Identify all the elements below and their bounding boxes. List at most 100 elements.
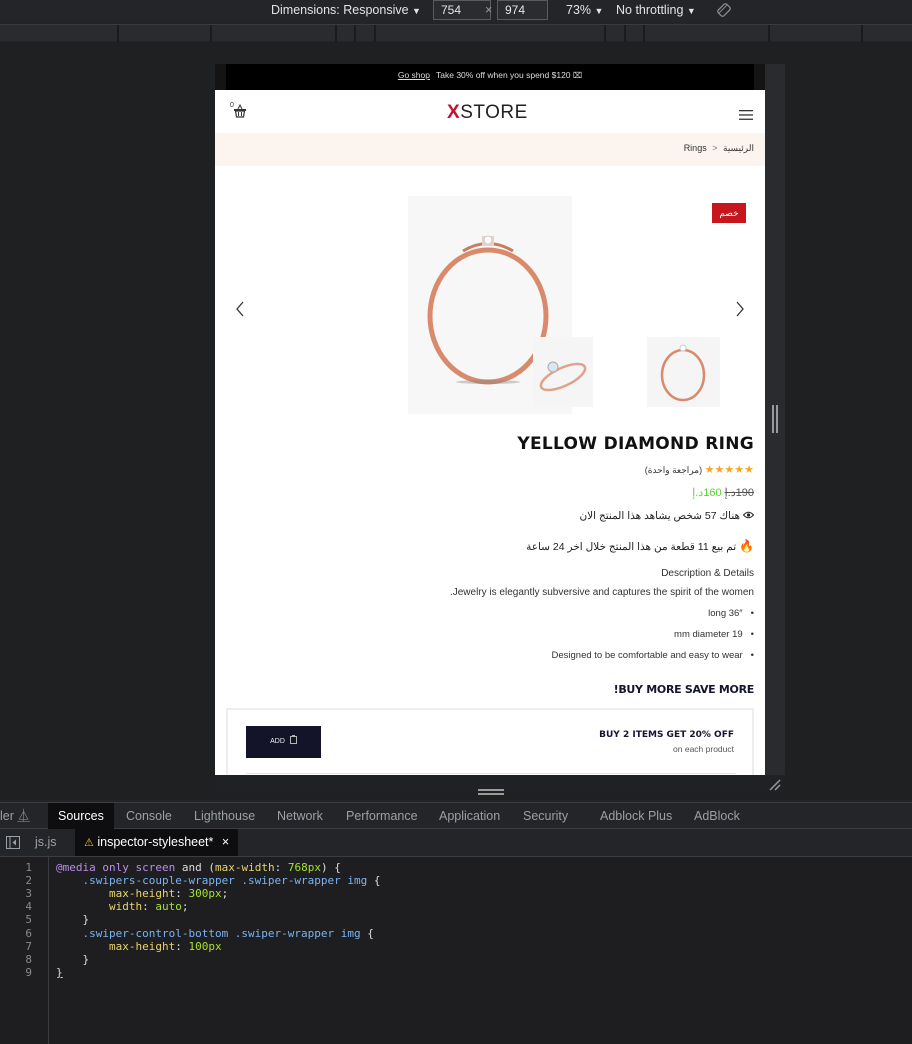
throttling-dropdown[interactable]: No throttling ▼ [616,3,696,17]
code-line: width: auto; [56,900,189,913]
rating-row: ★★★★★ (مراجعة واحدة) [645,463,754,476]
code-token: only [102,861,129,874]
zoom-dropdown[interactable]: 73% ▼ [566,3,603,17]
dimensions-dropdown[interactable]: Dimensions: Responsive ▼ [271,3,421,17]
tab-adblock[interactable]: AdBlock [686,803,748,830]
code-editor[interactable]: 1 2 3 4 5 6 7 8 9 @media only screen and… [0,857,912,1044]
offer-title: BUY 2 ITEMS GET 20% OFF [599,730,734,740]
star-icon: ★ [744,464,754,476]
code-line: .swipers-couple-wrapper .swiper-wrapper … [56,874,381,887]
product-thumbnail[interactable] [647,337,720,407]
promo-edge [754,64,765,90]
close-icon[interactable]: × [222,835,229,849]
tab-recorder[interactable]: ler ⏅ [0,803,38,830]
code-token: 768px [287,861,321,874]
code-line: max-height: 100px [56,940,222,953]
offer-subtitle: on each product [673,744,734,754]
device-toolbar: Dimensions: Responsive ▼ × 73% ▼ No thro… [0,0,912,22]
editor-file-tabs: js.js ⚠ inspector-stylesheet* × [0,829,912,857]
review-count-link[interactable]: (مراجعة واحدة) [645,465,702,475]
add-offer-button[interactable]: ADD [246,726,321,758]
description-text: Jewelry is elegantly subversive and capt… [449,587,754,598]
line-number: 5 [25,913,32,926]
code-token: { [360,927,374,940]
line-number: 2 [25,874,32,887]
breadcrumb-home[interactable]: الرئيسية [723,143,754,153]
toggle-navigator-icon[interactable] [6,836,20,854]
tab-application[interactable]: Application [431,803,508,830]
line-number: 9 [25,966,32,979]
code-token: ) { [320,861,341,874]
chevron-right-icon[interactable] [735,300,745,323]
code-token: screen [135,861,176,874]
warning-icon: ⚠ [84,837,94,849]
promo-bar: Go shop Take 30% off when you spend $120 … [226,64,754,90]
offer-divider [246,773,736,774]
code-token: { [367,874,381,887]
file-tab-inspector-stylesheet[interactable]: ⚠ inspector-stylesheet* × [75,829,239,856]
breadcrumb: الرئيسية < Rings [215,133,765,166]
line-number: 4 [25,900,32,913]
add-label: ADD [270,738,285,745]
media-query-ruler[interactable] [0,24,912,42]
caret-down-icon: ▼ [686,6,696,16]
logo-text: STORE [460,102,528,123]
live-viewers: هناك 57 شخص يشاهد هذا المنتج الان [579,510,755,522]
star-icon: ★ [714,464,725,476]
hamburger-menu-icon[interactable] [739,107,753,125]
description-bullet: •Designed to be comfortable and easy to … [551,650,755,661]
price-row: 190د.إ 160د.إ [686,486,754,499]
code-token: 300px [188,887,222,900]
star-icon: ★ [704,464,715,476]
resize-handle-right[interactable] [771,405,779,438]
bullet-text: long 36″ [708,608,743,619]
resize-handle-corner[interactable] [768,778,782,797]
height-input[interactable] [497,0,548,20]
code-token: .swipers-couple-wrapper .swiper-wrapper … [56,874,368,887]
code-token: max-height [56,887,176,900]
live-viewers-text: هناك 57 شخص يشاهد هذا المنتج الان [579,510,741,522]
star-icon: ★ [734,464,745,476]
line-number: 8 [25,953,32,966]
recent-sales-text: تم بيع 11 قطعة من هذا المنتج خلال اخر 24… [526,541,737,553]
code-line: max-height: 300px; [56,887,229,900]
code-token: .swiper-control-bottom .swiper-wrapper i… [56,927,361,940]
go-shop-link[interactable]: Go shop [398,70,430,80]
devtools-panel-tabs: ler ⏅ Sources Console Lighthouse Network… [0,802,912,830]
bundle-offer: ADD BUY 2 ITEMS GET 20% OFF on each prod… [226,708,754,775]
tab-security[interactable]: Security [515,803,576,830]
tab-performance[interactable]: Performance [338,803,426,830]
line-number: 7 [25,940,32,953]
bullet-text: Designed to be comfortable and easy to w… [551,650,743,661]
old-price: 190د.إ [724,487,754,499]
code-token: max-height [56,940,176,953]
breadcrumb-separator: < [712,143,718,153]
tab-lighthouse[interactable]: Lighthouse [186,803,263,830]
star-icon: ★ [724,464,735,476]
rotate-icon[interactable] [716,2,732,21]
code-token: width [56,900,143,913]
cart-basket-icon[interactable] [233,103,247,123]
description-heading: Description & Details [661,568,754,579]
tab-label: ler [0,809,14,823]
promo-edge [215,64,226,90]
tab-network[interactable]: Network [269,803,331,830]
caret-down-icon: ▼ [594,6,604,16]
code-line: } [56,953,90,966]
code-token: max-width [215,861,275,874]
width-input[interactable] [433,0,491,20]
site-logo[interactable]: XSTORE [447,102,528,124]
chevron-left-icon[interactable] [235,300,245,323]
code-line: .swiper-control-bottom .swiper-wrapper i… [56,927,374,940]
file-tab-js[interactable]: js.js [35,829,57,856]
code-token: and ( [175,861,215,874]
code-token: 100px [188,940,222,953]
product-thumbnail[interactable] [533,337,593,407]
line-number: 1 [25,861,32,874]
tab-console[interactable]: Console [118,803,180,830]
bullet-text: mm diameter 19 [674,629,743,640]
tab-adblock-plus[interactable]: Adblock Plus [592,803,680,830]
dimensions-label: Dimensions: Responsive [271,3,409,17]
tab-sources[interactable]: Sources [48,803,114,830]
resize-handle-bottom[interactable] [478,782,504,800]
